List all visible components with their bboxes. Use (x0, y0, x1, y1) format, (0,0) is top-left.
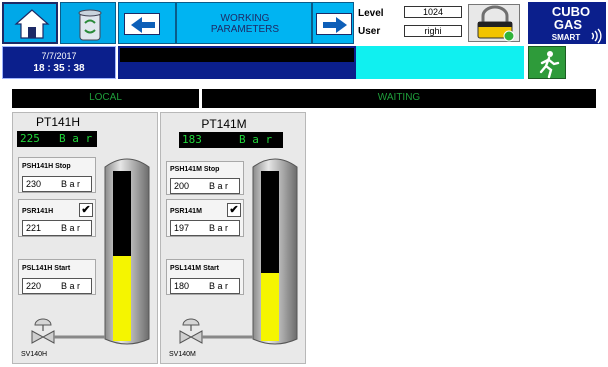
screen-title-line1: WORKING (220, 13, 270, 24)
pressure-panel-m: PT141M 183 B a r PSH141M Stop 200 B a r … (160, 112, 306, 364)
panel-m-psr-label: PSR141M (170, 208, 202, 215)
panel-m-readout: 183 B a r (179, 132, 283, 148)
panel-h-start-value: 220 (26, 281, 42, 291)
forward-button[interactable] (312, 2, 354, 44)
padlock-icon (477, 5, 515, 42)
panel-h-valve-label: SV140H (21, 351, 48, 358)
screen-title-box: WORKING PARAMETERS (176, 2, 312, 44)
panel-m-start-label: PSL141M Start (170, 265, 220, 272)
panel-m-start-value: 180 (174, 281, 190, 291)
level-label: Level (358, 8, 384, 19)
panel-h-psr-checkbox[interactable]: ✔ (79, 203, 93, 217)
panel-m-psr-value: 197 (174, 223, 190, 233)
panel-h-readout: 225 B a r (17, 131, 97, 147)
panel-h-psr-value: 221 (26, 223, 42, 233)
login-button[interactable] (468, 4, 520, 42)
panel-h-stop-unit: B a r (61, 179, 81, 189)
login-panel: Level 1024 User righi (356, 2, 524, 44)
panel-h-value: 225 (20, 132, 40, 145)
panel-m-start-field[interactable]: 180 B a r (170, 278, 240, 294)
arrow-right-icon (323, 17, 347, 33)
panel-m-unit: B a r (239, 133, 273, 146)
panel-h-stop-label: PSH141H Stop (22, 163, 71, 170)
panel-m-stop-card: PSH141M Stop 200 B a r (166, 161, 244, 195)
user-label: User (358, 26, 381, 37)
datetime-box: 7/7/2017 18 : 35 : 38 (2, 46, 116, 79)
panel-m-stop-field[interactable]: 200 B a r (170, 178, 240, 194)
panel-m-start-card: PSL141M Start 180 B a r (166, 259, 244, 295)
message-band (118, 46, 356, 79)
panel-m-title: PT141M (201, 117, 247, 131)
home-icon (14, 9, 50, 39)
panel-h-stop-card: PSH141H Stop 230 B a r (18, 157, 96, 193)
level-value: 1024 (404, 6, 462, 18)
panel-h-tank (104, 158, 150, 345)
panel-m-valve-label: SV140M (169, 351, 196, 358)
panel-h-start-unit: B a r (61, 281, 81, 291)
panel-h-start-card: PSL141H Start 220 B a r (18, 259, 96, 295)
panel-m-psr-checkbox[interactable]: ✔ (227, 203, 241, 217)
panel-m-psr-field[interactable]: 197 B a r (170, 220, 240, 236)
panel-h-start-field[interactable]: 220 B a r (22, 278, 92, 294)
panel-h-psr-card: PSR141H ✔ 221 B a r (18, 199, 96, 237)
home-button[interactable] (2, 2, 58, 44)
panel-h-stop-field[interactable]: 230 B a r (22, 176, 92, 192)
pressure-panel-h: PT141H 225 B a r PSH141H Stop 230 B a r … (12, 112, 158, 364)
panel-m-tank-level (261, 273, 279, 341)
date-text: 7/7/2017 (41, 51, 77, 61)
panel-h-stop-value: 230 (26, 179, 42, 189)
trash-button[interactable] (60, 2, 116, 44)
message-display (120, 48, 354, 62)
screen-title-line2: PARAMETERS (210, 24, 280, 35)
brand-logo: CUBO GAS SMART (528, 2, 606, 44)
header-bar: WORKING PARAMETERS Level 1024 User righi (0, 0, 608, 88)
panel-m-valve (179, 318, 253, 344)
time-text: 18 : 35 : 38 (33, 63, 85, 74)
panel-h-psr-unit: B a r (61, 223, 81, 233)
panel-m-stop-value: 200 (174, 181, 190, 191)
panel-h-unit: B a r (59, 132, 93, 145)
svg-text:SMART: SMART (552, 33, 581, 42)
back-button[interactable] (118, 2, 176, 44)
panel-m-psr-card: PSR141M ✔ 197 B a r (166, 199, 244, 237)
panel-h-title: PT141H (35, 115, 81, 129)
panel-m-stop-label: PSH141M Stop (170, 166, 220, 173)
panel-h-psr-label: PSR141H (22, 208, 54, 215)
running-man-icon (539, 51, 560, 79)
panel-m-value: 183 (182, 133, 202, 146)
mode-status: LOCAL (12, 89, 199, 108)
cubogas-logo-icon: CUBO GAS SMART (552, 4, 602, 44)
state-status: WAITING (202, 89, 596, 108)
panel-h-start-label: PSL141H Start (22, 265, 71, 272)
panel-h-psr-field[interactable]: 221 B a r (22, 220, 92, 236)
panel-m-stop-unit: B a r (209, 181, 229, 191)
back-arrow-frame (124, 13, 160, 35)
panel-m-start-unit: B a r (209, 281, 229, 291)
panel-h-valve (31, 318, 105, 344)
panel-h-tank-level (113, 256, 131, 341)
alarm-area (356, 46, 524, 79)
recycle-bin-icon (78, 9, 102, 41)
exit-button[interactable] (528, 46, 566, 79)
user-value: righi (404, 25, 462, 37)
panel-m-psr-unit: B a r (209, 223, 229, 233)
svg-text:GAS: GAS (554, 17, 583, 32)
arrow-left-icon (131, 17, 155, 33)
panel-m-tank (252, 158, 298, 345)
forward-arrow-frame (316, 13, 352, 35)
